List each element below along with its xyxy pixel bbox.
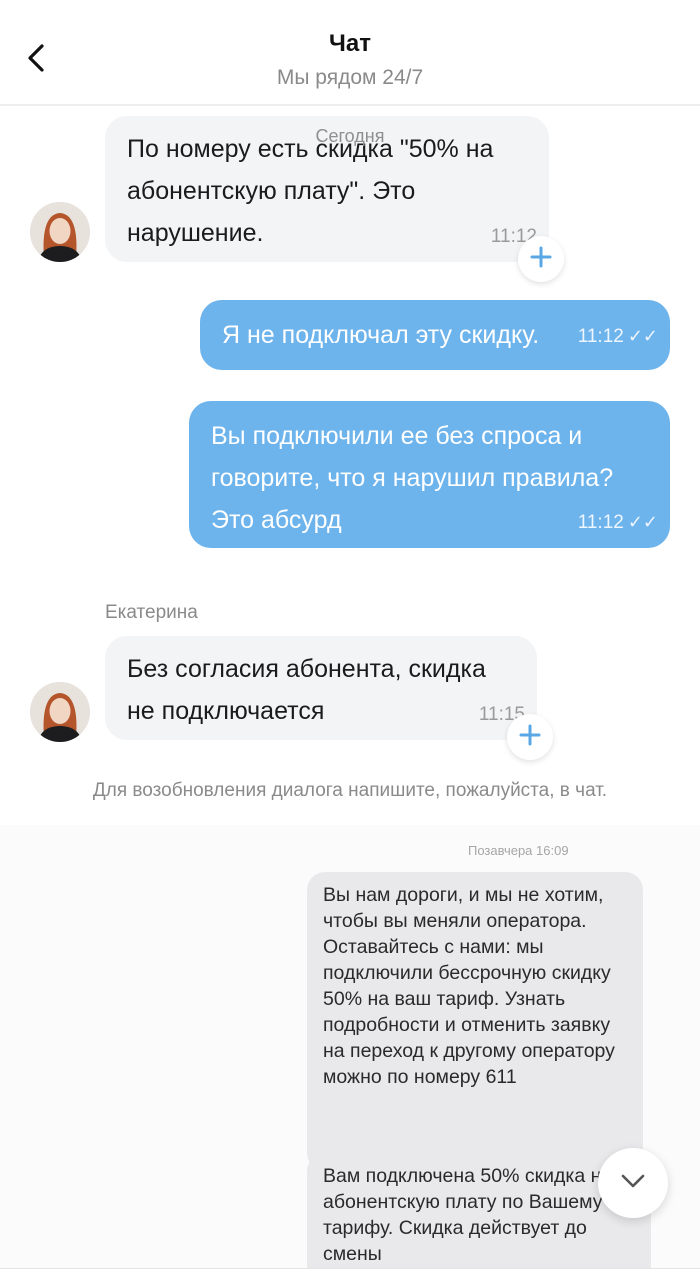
message-outgoing[interactable]: Вы подключили ее без спроса и говорите, … bbox=[189, 401, 670, 548]
add-reaction-button[interactable] bbox=[507, 714, 553, 760]
avatar[interactable] bbox=[30, 682, 90, 742]
message-time: 11:12 bbox=[577, 512, 624, 533]
double-check-icon: ✓✓ bbox=[627, 326, 658, 346]
date-separator: Сегодня bbox=[315, 126, 385, 146]
chat-closed-notice: Для возобновления диалога напишите, пожа… bbox=[92, 780, 608, 801]
page-title: Чат bbox=[329, 30, 371, 57]
message-text: Без согласия абонента, скидка не подключ… bbox=[127, 655, 486, 725]
attached-screenshot[interactable]: Позавчера 16:09 Вы нам дороги, и мы не х… bbox=[0, 825, 700, 1270]
sms-timestamp: Позавчера 16:09 bbox=[468, 843, 569, 858]
plus-icon bbox=[519, 724, 541, 751]
add-reaction-button[interactable] bbox=[518, 236, 564, 282]
chat-header: Чат Мы рядом 24/7 bbox=[0, 0, 700, 106]
bottom-bar bbox=[0, 1268, 700, 1283]
message-time: 11:12 bbox=[577, 326, 624, 347]
message-text: Я не подключал эту скидку. bbox=[222, 321, 540, 349]
message-text: Вы подключили ее без спроса и говорите, … bbox=[211, 422, 614, 534]
sender-name: Екатерина bbox=[105, 602, 198, 623]
plus-icon bbox=[530, 246, 552, 273]
message-time-group: 11:12 ✓✓ bbox=[578, 511, 658, 534]
page-subtitle: Мы рядом 24/7 bbox=[276, 66, 424, 89]
message-time-group: 11:12 ✓✓ bbox=[578, 325, 658, 348]
message-text: По номеру есть скидка "50% на абонентску… bbox=[127, 135, 494, 247]
scroll-down-button[interactable] bbox=[598, 1148, 668, 1218]
avatar[interactable] bbox=[30, 202, 90, 262]
double-check-icon: ✓✓ bbox=[627, 512, 658, 532]
sms-bubble: Вы нам дороги, и мы не хотим, чтобы вы м… bbox=[307, 872, 643, 1171]
chevron-down-icon bbox=[620, 1173, 646, 1194]
message-outgoing[interactable]: Я не подключал эту скидку. 11:12 ✓✓ bbox=[200, 300, 670, 370]
message-incoming[interactable]: Без согласия абонента, скидка не подключ… bbox=[105, 636, 537, 740]
